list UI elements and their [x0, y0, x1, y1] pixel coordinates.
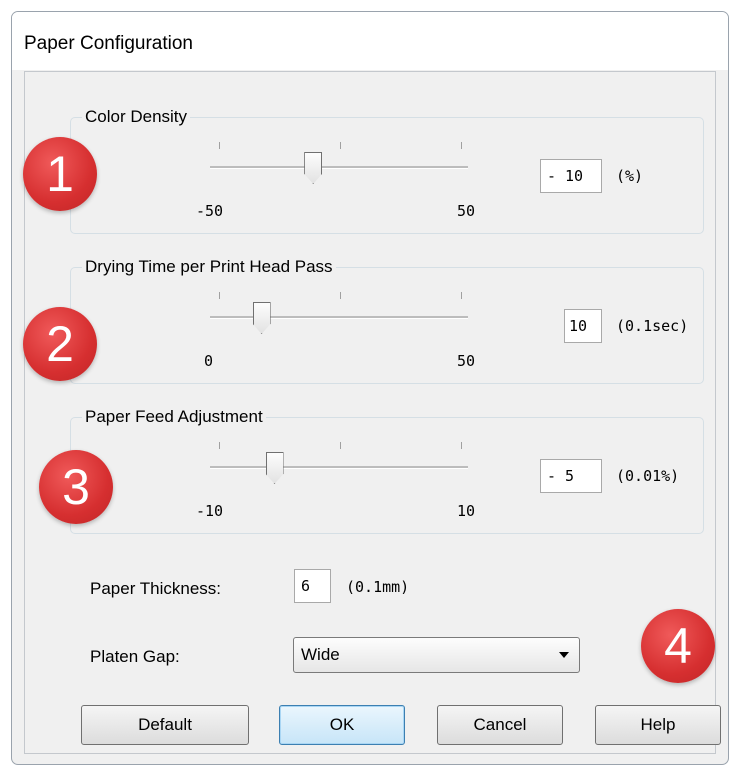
- paper-feed-unit: (0.01%): [616, 467, 680, 485]
- slider-tick: [219, 442, 220, 449]
- drying-time-unit: (0.1sec): [616, 317, 689, 335]
- paper-configuration-dialog: Paper Configuration Color Density -50 50…: [11, 11, 729, 765]
- paper-thickness-field[interactable]: 6: [294, 569, 331, 603]
- paper-feed-value: 5: [565, 467, 575, 485]
- color-density-label: Color Density: [82, 107, 191, 127]
- title-bar[interactable]: Paper Configuration: [12, 12, 728, 70]
- slider-tick: [340, 142, 341, 149]
- platen-gap-label: Platen Gap:: [90, 647, 180, 666]
- callout-badge-4: 4: [641, 609, 715, 683]
- drying-time-group: Drying Time per Print Head Pass 0 50 10 …: [70, 257, 704, 384]
- paper-feed-min-label: -10: [196, 502, 224, 520]
- paper-feed-slider-track[interactable]: [210, 466, 468, 469]
- paper-feed-group: Paper Feed Adjustment -10 10 - 5 (0.01%): [70, 407, 704, 534]
- slider-tick: [461, 442, 462, 449]
- drying-time-min-label: 0: [204, 352, 214, 370]
- color-density-min-label: -50: [196, 202, 224, 220]
- color-density-sign: -: [547, 167, 557, 185]
- help-button[interactable]: Help: [595, 705, 721, 745]
- drying-time-slider-track[interactable]: [210, 316, 468, 319]
- dialog-body: Color Density -50 50 - 10 (%) Drying Tim…: [24, 71, 721, 754]
- slider-tick: [461, 292, 462, 299]
- drying-time-label: Drying Time per Print Head Pass: [82, 257, 336, 277]
- cancel-button[interactable]: Cancel: [437, 705, 563, 745]
- chevron-down-icon[interactable]: [559, 652, 569, 658]
- slider-tick: [219, 142, 220, 149]
- slider-tick: [219, 292, 220, 299]
- slider-tick: [461, 142, 462, 149]
- callout-badge-3: 3: [39, 450, 113, 524]
- paper-feed-label: Paper Feed Adjustment: [82, 407, 266, 427]
- callout-badge-2: 2: [23, 307, 97, 381]
- color-density-unit: (%): [616, 167, 644, 185]
- paper-feed-value-field[interactable]: - 5: [540, 459, 602, 493]
- ok-button[interactable]: OK: [279, 705, 405, 745]
- default-button[interactable]: Default: [81, 705, 249, 745]
- color-density-group: Color Density -50 50 - 10 (%): [70, 107, 704, 234]
- paper-feed-slider-thumb[interactable]: [265, 452, 284, 484]
- drying-time-value: 10: [569, 317, 588, 335]
- paper-feed-sign: -: [547, 467, 557, 485]
- window-title: Paper Configuration: [24, 33, 193, 54]
- paper-feed-max-label: 10: [457, 502, 476, 520]
- platen-gap-selected: Wide: [301, 645, 340, 664]
- drying-time-value-field[interactable]: 10: [564, 309, 602, 343]
- paper-thickness-label: Paper Thickness:: [90, 579, 222, 598]
- drying-time-slider-thumb[interactable]: [252, 302, 271, 334]
- drying-time-max-label: 50: [457, 352, 476, 370]
- platen-gap-select[interactable]: Wide: [293, 637, 580, 673]
- color-density-value: 10: [565, 167, 584, 185]
- slider-tick: [340, 442, 341, 449]
- color-density-slider-track[interactable]: [210, 166, 468, 169]
- callout-badge-1: 1: [23, 137, 97, 211]
- paper-thickness-value: 6: [301, 577, 311, 595]
- paper-thickness-unit: (0.1mm): [346, 578, 410, 596]
- color-density-max-label: 50: [457, 202, 476, 220]
- color-density-value-field[interactable]: - 10: [540, 159, 602, 193]
- color-density-slider-thumb[interactable]: [304, 152, 323, 184]
- slider-tick: [340, 292, 341, 299]
